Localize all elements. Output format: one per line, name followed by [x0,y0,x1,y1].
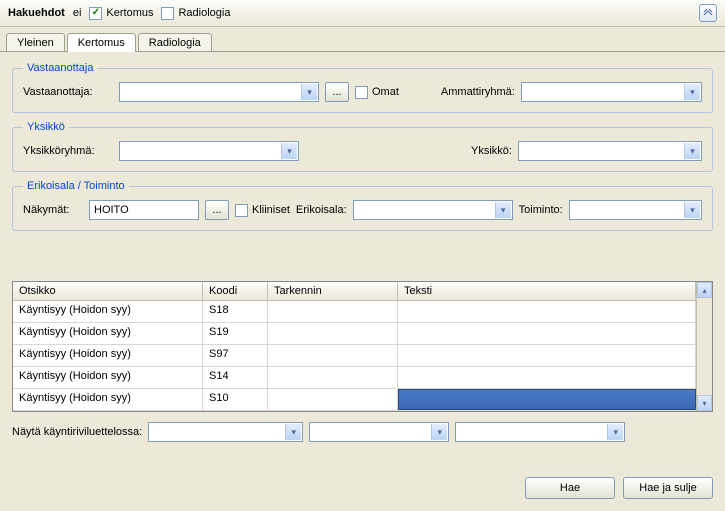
check-icon: ✓ [89,7,102,20]
table-row[interactable]: Käyntisyy (Hoidon syy) S97 [13,345,696,367]
chevron-down-icon: ▾ [684,143,700,159]
yksikkoryhma-combo[interactable]: ▾ [119,141,299,161]
nayta-combo-2[interactable]: ▾ [309,422,449,442]
yksikko-combo[interactable]: ▾ [518,141,702,161]
yksikko-label: Yksikkö: [471,145,512,157]
toiminto-combo[interactable]: ▾ [569,200,702,220]
table-row[interactable]: Käyntisyy (Hoidon syy) S18 [13,301,696,323]
header-ei: ei [73,7,82,19]
nayta-combo-3[interactable]: ▾ [455,422,625,442]
unchecked-icon [355,86,368,99]
results-table: Otsikko Koodi Tarkennin Teksti Käyntisyy… [12,281,713,412]
unchecked-icon [235,204,248,217]
scroll-up-icon[interactable]: ▴ [697,282,712,298]
bottom-row: Näytä käyntiriviluettelossa: ▾ ▾ ▾ [12,422,713,442]
tab-yleinen[interactable]: Yleinen [6,33,65,52]
yksikko-group: Yksikkö Yksikköryhmä: ▾ Yksikkö: ▾ [12,121,713,172]
chevron-down-icon: ▾ [495,202,511,218]
chevron-down-icon: ▾ [281,143,297,159]
chevron-down-icon: ▾ [684,84,700,100]
nayta-label: Näytä käyntiriviluettelossa: [12,426,142,438]
table-body: Käyntisyy (Hoidon syy) S18 Käyntisyy (Ho… [13,301,696,411]
chevron-up-icon [703,9,713,17]
vastaanottaja-legend: Vastaanottaja [23,62,97,74]
unchecked-icon [161,7,174,20]
nakymat-label: Näkymät: [23,204,83,216]
chevron-down-icon: ▾ [285,424,301,440]
chevron-down-icon: ▾ [607,424,623,440]
kliiniset-label: Kliiniset [252,204,290,216]
col-koodi[interactable]: Koodi [203,282,268,300]
table-header: Otsikko Koodi Tarkennin Teksti [13,282,696,301]
vastaanottaja-group: Vastaanottaja Vastaanottaja: ▾ ... Omat … [12,62,713,113]
yksikko-legend: Yksikkö [23,121,69,133]
tab-radiologia[interactable]: Radiologia [138,33,212,52]
collapse-button[interactable] [699,4,717,22]
erikoisala-label: Erikoisala: [296,204,347,216]
erikoisala-legend: Erikoisala / Toiminto [23,180,129,192]
chevron-down-icon: ▾ [684,202,700,218]
tab-kertomus[interactable]: Kertomus [67,33,136,52]
chevron-down-icon: ▾ [301,84,317,100]
col-otsikko[interactable]: Otsikko [13,282,203,300]
toiminto-label: Toiminto: [519,204,563,216]
kertomus-label: Kertomus [106,7,153,19]
ammattiryhma-label: Ammattiryhmä: [441,86,515,98]
erikoisala-combo[interactable]: ▾ [353,200,513,220]
yksikkoryhma-label: Yksikköryhmä: [23,145,113,157]
radiologia-label: Radiologia [178,7,230,19]
table-row[interactable]: Käyntisyy (Hoidon syy) S19 [13,323,696,345]
header-bar: Hakuehdot ei ✓ Kertomus Radiologia [0,0,725,27]
button-row: Hae Hae ja sulje [525,477,713,499]
table-row[interactable]: Käyntisyy (Hoidon syy) S14 [13,367,696,389]
ammattiryhma-combo[interactable]: ▾ [521,82,702,102]
nakymat-browse-button[interactable]: ... [205,200,229,220]
col-teksti[interactable]: Teksti [398,282,696,300]
erikoisala-group: Erikoisala / Toiminto Näkymät: ... Kliin… [12,180,713,231]
radiologia-checkbox[interactable]: Radiologia [161,7,230,20]
nakymat-combo[interactable] [89,200,199,220]
kertomus-checkbox[interactable]: ✓ Kertomus [89,7,153,20]
chevron-down-icon: ▾ [431,424,447,440]
scroll-down-icon[interactable]: ▾ [697,395,712,411]
omat-label: Omat [372,86,399,98]
tabs: Yleinen Kertomus Radiologia [0,29,725,52]
hae-sulje-button[interactable]: Hae ja sulje [623,477,713,499]
kliiniset-checkbox[interactable]: Kliiniset [235,204,290,217]
table-scrollbar[interactable]: ▴ ▾ [696,282,712,411]
vastaanottaja-label: Vastaanottaja: [23,86,113,98]
header-title: Hakuehdot [8,7,65,19]
hae-button[interactable]: Hae [525,477,615,499]
omat-checkbox[interactable]: Omat [355,86,399,99]
nayta-combo-1[interactable]: ▾ [148,422,303,442]
tab-panel: Vastaanottaja Vastaanottaja: ▾ ... Omat … [0,51,725,511]
table-row[interactable]: Käyntisyy (Hoidon syy) S10 [13,389,696,411]
col-tarkennin[interactable]: Tarkennin [268,282,398,300]
vastaanottaja-combo[interactable]: ▾ [119,82,319,102]
selected-cell [398,389,696,410]
vastaanottaja-browse-button[interactable]: ... [325,82,349,102]
